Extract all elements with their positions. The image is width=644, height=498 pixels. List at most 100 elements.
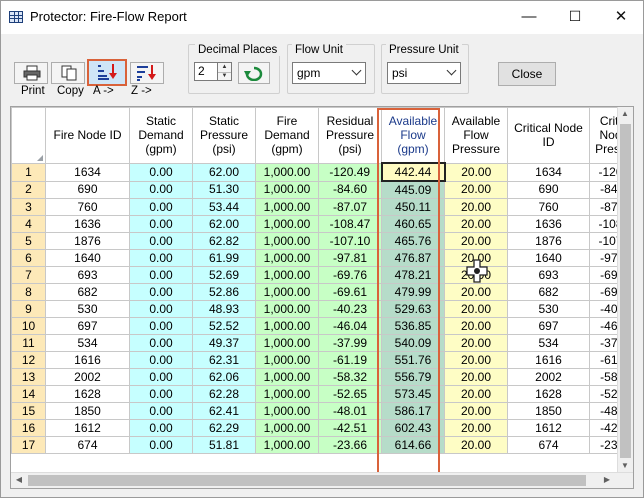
table-row[interactable]: 4 1636 0.00 62.00 1,000.00 -108.47 460.65 20.00… — [11, 215, 632, 233]
row-number[interactable]: 16 — [11, 419, 46, 437]
table-cell[interactable]: 1,000.00 — [255, 419, 319, 437]
table-row[interactable]: 12 1616 0.00 62.31 1,000.00 -61.19 551.76 20.00… — [11, 351, 632, 369]
row-number[interactable]: 2 — [11, 180, 46, 199]
table-cell[interactable]: 540.09 — [381, 334, 445, 352]
table-cell[interactable]: 551.76 — [381, 351, 445, 369]
column-header[interactable]: Static Pressure (psi) — [192, 107, 256, 164]
table-cell[interactable]: 460.65 — [381, 215, 445, 233]
column-header[interactable]: Fire Demand (gpm) — [255, 107, 319, 164]
table-cell[interactable]: 1,000.00 — [255, 162, 319, 182]
table-cell[interactable]: 693 — [45, 266, 130, 284]
table-cell[interactable]: 0.00 — [129, 368, 193, 386]
table-cell[interactable]: 20.00 — [444, 334, 508, 352]
table-cell[interactable]: 62.31 — [192, 351, 256, 369]
minimize-button[interactable]: — — [506, 1, 552, 34]
table-cell[interactable]: 1634 — [507, 162, 590, 182]
table-cell[interactable]: 1,000.00 — [255, 266, 319, 284]
table-cell[interactable]: 1628 — [45, 385, 130, 403]
select-all-corner[interactable] — [11, 107, 46, 164]
table-cell[interactable]: 1876 — [45, 232, 130, 250]
close-button[interactable]: Close — [498, 62, 556, 86]
table-cell[interactable]: 586.17 — [381, 402, 445, 420]
table-cell[interactable]: 1636 — [507, 215, 590, 233]
table-cell[interactable]: 1,000.00 — [255, 317, 319, 335]
table-cell[interactable]: 20.00 — [444, 300, 508, 318]
table-cell[interactable]: 20.00 — [444, 283, 508, 301]
table-cell[interactable]: 0.00 — [129, 334, 193, 352]
close-window-button[interactable]: ✕ — [598, 1, 644, 34]
table-cell[interactable]: -69.61 — [318, 283, 382, 301]
table-cell[interactable]: 53.44 — [192, 198, 256, 216]
stepper-down-icon[interactable]: ▼ — [218, 72, 231, 81]
table-cell[interactable]: 1616 — [507, 351, 590, 369]
table-cell[interactable]: 0.00 — [129, 317, 193, 335]
table-cell[interactable]: 51.81 — [192, 436, 256, 454]
table-cell[interactable]: 442.44 — [380, 162, 446, 182]
table-cell[interactable]: 62.00 — [192, 162, 256, 182]
table-cell[interactable]: 62.29 — [192, 419, 256, 437]
table-cell[interactable]: 682 — [45, 283, 130, 301]
row-number[interactable]: 11 — [11, 334, 46, 352]
table-cell[interactable]: -46.04 — [318, 317, 382, 335]
table-cell[interactable]: 476.87 — [381, 249, 445, 267]
table-cell[interactable]: 690 — [45, 180, 130, 199]
table-cell[interactable]: 1,000.00 — [255, 385, 319, 403]
table-cell[interactable]: 52.86 — [192, 283, 256, 301]
column-header[interactable]: Fire Node ID — [45, 107, 130, 164]
scroll-up-icon[interactable]: ▲ — [620, 108, 630, 120]
table-cell[interactable]: 674 — [45, 436, 130, 454]
sort-descending-button[interactable] — [130, 62, 164, 84]
print-button[interactable] — [14, 62, 48, 84]
table-row[interactable]: 9 530 0.00 48.93 1,000.00 -40.23 529.63 20.00 53… — [11, 300, 632, 318]
copy-button[interactable] — [51, 62, 85, 84]
table-row[interactable]: 2 690 0.00 51.30 1,000.00 -84.60 445.09 20.00 69… — [11, 180, 632, 199]
table-cell[interactable]: 20.00 — [444, 180, 508, 199]
row-number[interactable]: 5 — [11, 232, 46, 250]
table-cell[interactable]: 479.99 — [381, 283, 445, 301]
table-cell[interactable]: -61.19 — [318, 351, 382, 369]
table-cell[interactable]: 0.00 — [129, 351, 193, 369]
table-row[interactable]: 16 1612 0.00 62.29 1,000.00 -42.51 602.43 20.00… — [11, 419, 632, 437]
table-row[interactable]: 17 674 0.00 51.81 1,000.00 -23.66 614.66 20.00 6… — [11, 436, 632, 454]
table-cell[interactable]: 573.45 — [381, 385, 445, 403]
row-number[interactable]: 15 — [11, 402, 46, 420]
table-cell[interactable]: 1,000.00 — [255, 249, 319, 267]
table-cell[interactable]: 20.00 — [444, 436, 508, 454]
table-cell[interactable]: 1876 — [507, 232, 590, 250]
table-cell[interactable]: 693 — [507, 266, 590, 284]
table-cell[interactable]: 602.43 — [381, 419, 445, 437]
refresh-button[interactable] — [238, 62, 270, 84]
table-cell[interactable]: 20.00 — [444, 317, 508, 335]
table-cell[interactable]: 0.00 — [129, 300, 193, 318]
flow-unit-select[interactable]: gpm — [292, 62, 366, 84]
table-cell[interactable]: 20.00 — [444, 198, 508, 216]
table-cell[interactable]: 0.00 — [129, 180, 193, 199]
table-cell[interactable]: 682 — [507, 283, 590, 301]
table-row[interactable]: 15 1850 0.00 62.41 1,000.00 -48.01 586.17 20.00… — [11, 402, 632, 420]
table-cell[interactable]: 52.69 — [192, 266, 256, 284]
table-cell[interactable]: 556.79 — [381, 368, 445, 386]
table-row[interactable]: 13 2002 0.00 62.06 1,000.00 -58.32 556.79 20.00… — [11, 368, 632, 386]
table-cell[interactable]: 20.00 — [444, 419, 508, 437]
vertical-scroll-thumb[interactable] — [620, 124, 631, 458]
table-cell[interactable]: 62.82 — [192, 232, 256, 250]
row-number[interactable]: 8 — [11, 283, 46, 301]
table-cell[interactable]: 2002 — [45, 368, 130, 386]
column-header[interactable]: Residual Pressure (psi) — [318, 107, 382, 164]
table-cell[interactable]: 62.06 — [192, 368, 256, 386]
table-row[interactable]: 6 1640 0.00 61.99 1,000.00 -97.81 476.87 20.00 1… — [11, 249, 632, 267]
table-cell[interactable]: 1,000.00 — [255, 198, 319, 216]
table-cell[interactable]: 1,000.00 — [255, 402, 319, 420]
table-cell[interactable]: 536.85 — [381, 317, 445, 335]
table-cell[interactable]: 20.00 — [444, 368, 508, 386]
decimal-places-stepper[interactable]: ▲ ▼ — [218, 62, 232, 81]
column-header[interactable]: Critical Node ID — [507, 107, 590, 164]
table-row[interactable]: 5 1876 0.00 62.82 1,000.00 -107.10 465.76 20.00… — [11, 232, 632, 250]
table-row[interactable]: 8 682 0.00 52.86 1,000.00 -69.61 479.99 20.00 68… — [11, 283, 632, 301]
table-cell[interactable]: -84.60 — [318, 180, 382, 199]
table-cell[interactable]: -87.07 — [318, 198, 382, 216]
table-cell[interactable]: 1850 — [45, 402, 130, 420]
table-cell[interactable]: 1,000.00 — [255, 368, 319, 386]
table-cell[interactable]: 20.00 — [444, 385, 508, 403]
row-number[interactable]: 7 — [11, 266, 46, 284]
